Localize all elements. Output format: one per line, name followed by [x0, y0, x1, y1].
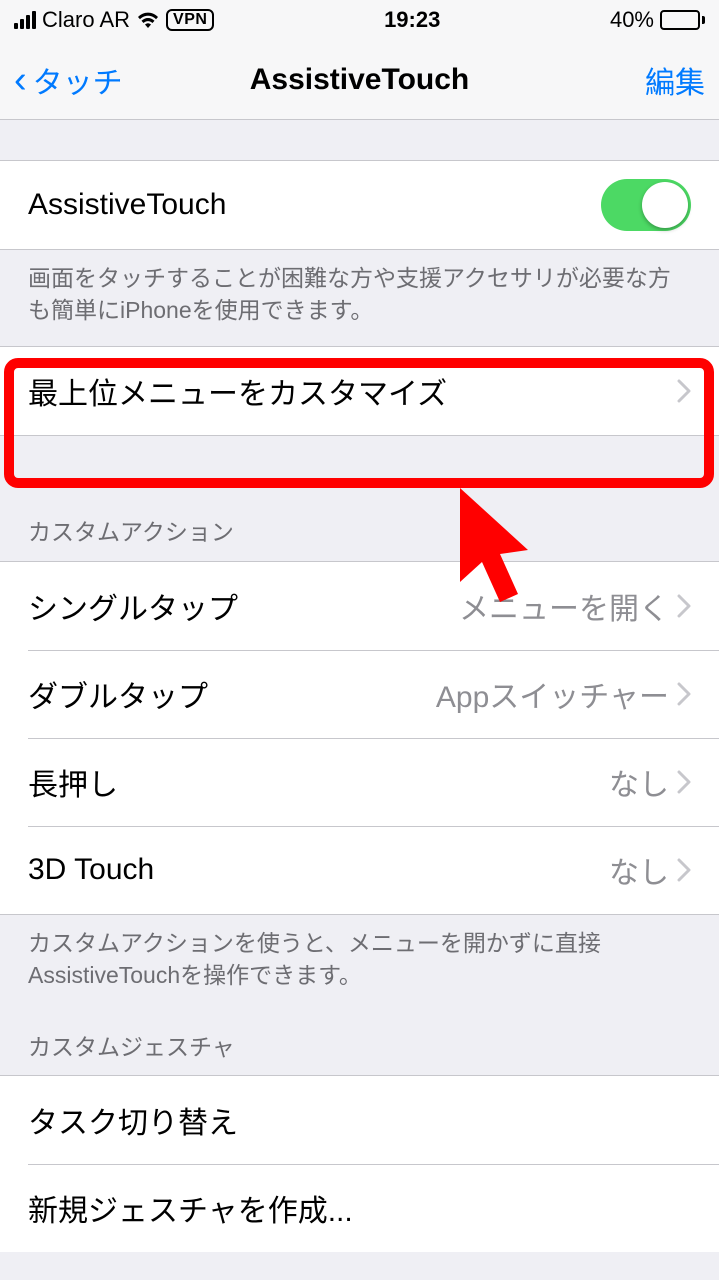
toggle-knob	[642, 182, 688, 228]
create-new-gesture-cell[interactable]: 新規ジェスチャを作成...	[0, 1164, 719, 1252]
custom-actions-footer: カスタムアクションを使うと、メニューを開かずに直接AssistiveTouchを…	[0, 915, 719, 1003]
toggle-group: AssistiveTouch	[0, 160, 719, 250]
toggle-footer: 画面をタッチすることが困難な方や支援アクセサリが必要な方も簡単にiPhoneを使…	[0, 250, 719, 338]
custom-actions-group: シングルタップ メニューを開く ダブルタップ Appスイッチャー 長押し なし …	[0, 561, 719, 915]
toggle-switch[interactable]	[601, 179, 691, 231]
carrier-label: Claro AR	[42, 7, 130, 33]
long-press-cell[interactable]: 長押し なし	[0, 738, 719, 826]
custom-actions-header: カスタムアクション	[0, 436, 719, 560]
status-left: Claro AR VPN	[14, 7, 214, 33]
cell-label: 長押し	[28, 760, 118, 804]
chevron-left-icon: ‹	[14, 61, 27, 99]
chevron-right-icon	[677, 682, 691, 706]
toggle-label: AssistiveTouch	[28, 188, 226, 222]
chevron-right-icon	[677, 379, 691, 403]
custom-gestures-header: カスタムジェスチャ	[0, 1003, 719, 1075]
single-tap-cell[interactable]: シングルタップ メニューを開く	[0, 562, 719, 650]
status-time: 19:23	[384, 7, 440, 33]
cellular-signal-icon	[14, 11, 36, 29]
battery-percent: 40%	[610, 7, 654, 33]
assistivetouch-toggle-cell[interactable]: AssistiveTouch	[0, 161, 719, 249]
chevron-right-icon	[677, 770, 691, 794]
back-button[interactable]: ‹ タッチ	[14, 58, 123, 102]
chevron-right-icon	[677, 858, 691, 882]
cell-value: なし	[609, 848, 669, 892]
cell-value: メニューを開く	[459, 584, 669, 628]
cell-label: ダブルタップ	[28, 672, 208, 716]
cell-label: 新規ジェスチャを作成...	[28, 1186, 353, 1230]
cell-label: タスク切り替え	[28, 1098, 238, 1142]
3d-touch-cell[interactable]: 3D Touch なし	[0, 826, 719, 914]
custom-gestures-group: タスク切り替え 新規ジェスチャを作成...	[0, 1075, 719, 1252]
edit-button[interactable]: 編集	[645, 58, 705, 102]
back-label: タッチ	[33, 58, 123, 102]
cell-value: なし	[609, 760, 669, 804]
nav-bar: ‹ タッチ AssistiveTouch 編集	[0, 40, 719, 120]
cell-value: Appスイッチャー	[436, 672, 669, 716]
cell-label: 3D Touch	[28, 853, 154, 887]
customize-top-menu-cell[interactable]: 最上位メニューをカスタマイズ	[0, 347, 719, 435]
customize-label: 最上位メニューをカスタマイズ	[28, 369, 447, 413]
status-bar: Claro AR VPN 19:23 40%	[0, 0, 719, 40]
status-right: 40%	[610, 7, 705, 33]
vpn-badge: VPN	[166, 9, 214, 31]
double-tap-cell[interactable]: ダブルタップ Appスイッチャー	[0, 650, 719, 738]
wifi-icon	[136, 11, 160, 29]
customize-group: 最上位メニューをカスタマイズ	[0, 346, 719, 436]
task-switch-cell[interactable]: タスク切り替え	[0, 1076, 719, 1164]
battery-icon	[660, 10, 705, 30]
cell-label: シングルタップ	[28, 584, 238, 628]
chevron-right-icon	[677, 594, 691, 618]
